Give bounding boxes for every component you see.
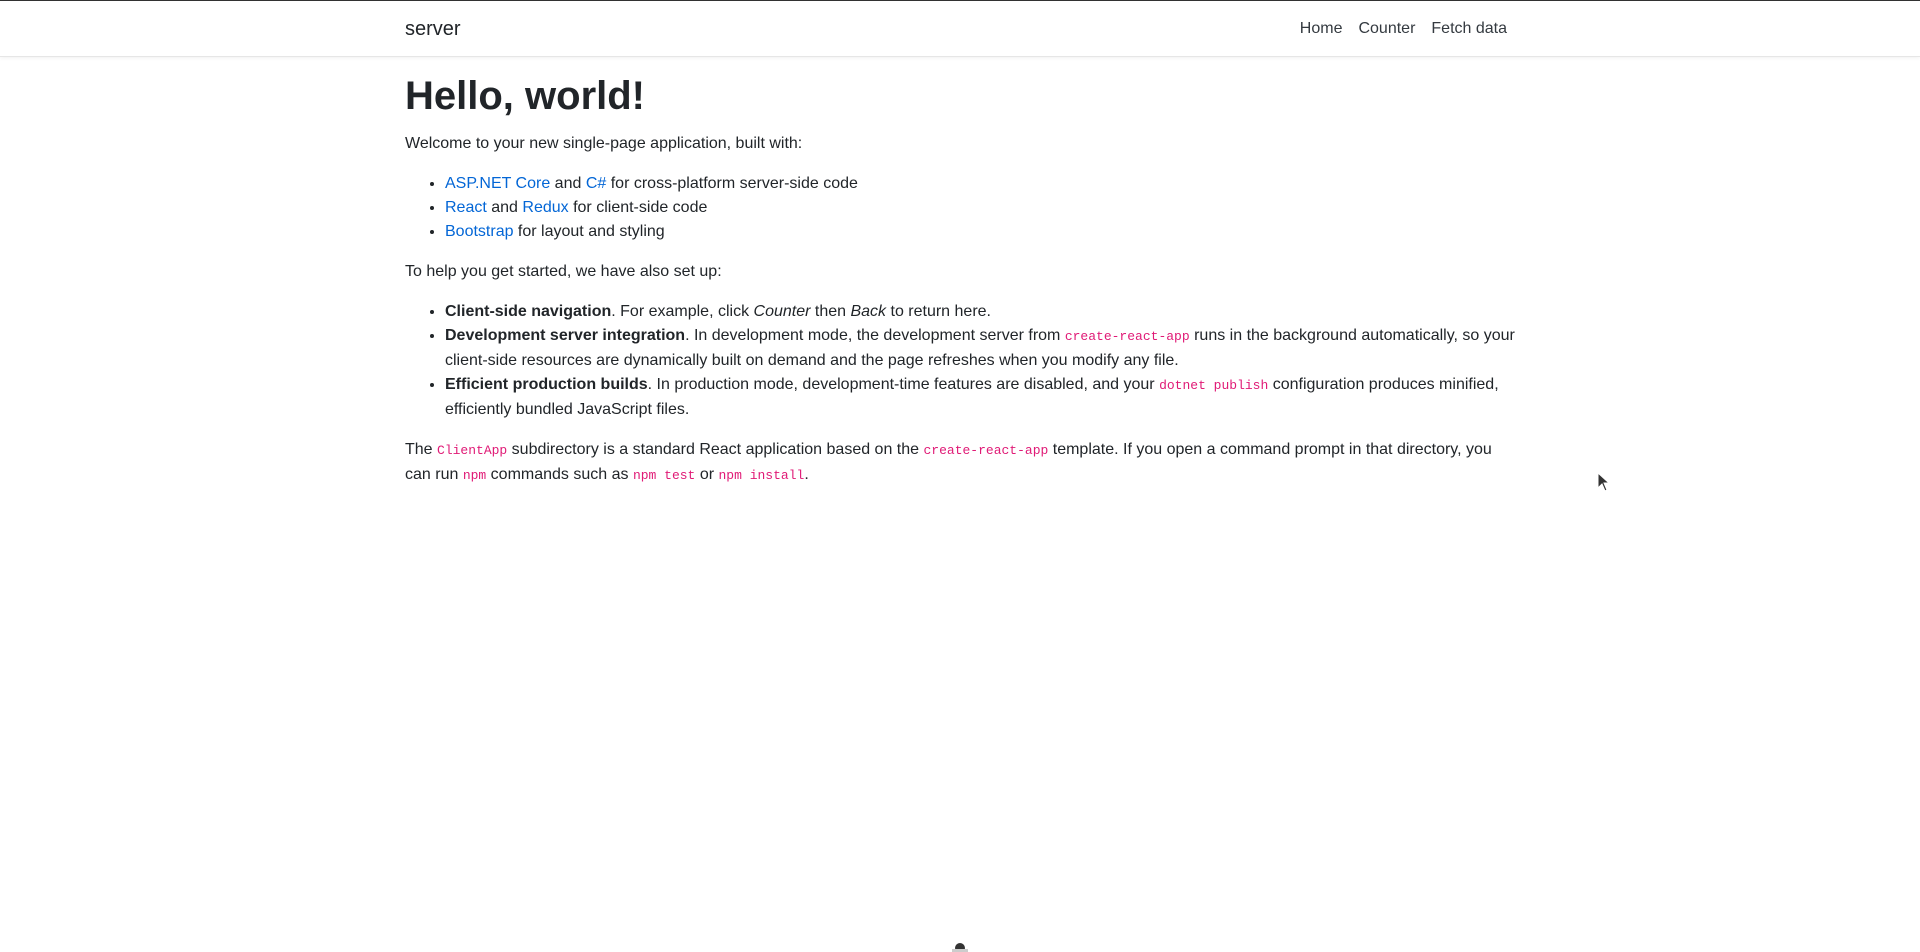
list-item: Development server integration. In devel… <box>445 324 1517 373</box>
inline-code: create-react-app <box>1064 329 1190 344</box>
nav-links: Home Counter Fetch data <box>1284 18 1507 40</box>
aspnet-core-link[interactable]: ASP.NET Core <box>445 175 550 192</box>
list-item: Bootstrap for layout and styling <box>445 220 1517 244</box>
react-link[interactable]: React <box>445 199 487 216</box>
inline-code: npm test <box>632 468 696 483</box>
list-item-text: for client-side code <box>568 199 708 216</box>
main-content: Hello, world! Welcome to your new single… <box>405 72 1517 504</box>
brand-link[interactable]: server <box>405 17 461 41</box>
features-list: Client-side navigation. For example, cli… <box>405 300 1517 422</box>
page-title: Hello, world! <box>405 74 645 118</box>
list-item: React and Redux for client-side code <box>445 196 1517 220</box>
list-item: Client-side navigation. For example, cli… <box>445 300 1517 324</box>
closing-text: or <box>695 466 719 483</box>
inline-code: npm install <box>718 468 805 483</box>
list-item-text: and <box>486 199 523 216</box>
closing-paragraph: The ClientApp subdirectory is a standard… <box>405 438 1517 488</box>
list-item-text: and <box>550 175 586 192</box>
setup-intro-text: To help you get started, we have also se… <box>405 263 722 280</box>
list-item-text: for layout and styling <box>513 223 665 240</box>
mouse-pointer-icon <box>1597 472 1611 492</box>
navbar: server Home Counter Fetch data <box>0 1 1920 57</box>
intro-text: Welcome to your new single-page applicat… <box>405 135 803 152</box>
nav-home-link[interactable]: Home <box>1300 18 1343 40</box>
feature-text: . In development mode, the development s… <box>685 327 1065 344</box>
closing-text: subdirectory is a standard React applica… <box>507 441 924 458</box>
bootstrap-link[interactable]: Bootstrap <box>445 223 513 240</box>
feature-text: then <box>810 303 851 320</box>
csharp-link[interactable]: C# <box>586 175 606 192</box>
feature-emphasis: Back <box>850 303 887 320</box>
nav-counter-link[interactable]: Counter <box>1358 18 1415 40</box>
list-item: Efficient production builds. In producti… <box>445 373 1517 422</box>
feature-emphasis: Counter <box>753 303 811 320</box>
feature-text: . For example, click <box>611 303 754 320</box>
inline-code: npm <box>462 468 487 483</box>
nav-fetch-data-link[interactable]: Fetch data <box>1431 18 1507 40</box>
feature-text: . In production mode, development-time f… <box>647 376 1160 393</box>
closing-text: . <box>804 466 809 483</box>
closing-text: The <box>405 441 438 458</box>
list-item: ASP.NET Core and C# for cross-platform s… <box>445 172 1517 196</box>
inline-code: dotnet publish <box>1159 378 1269 393</box>
feature-text: to return here. <box>886 303 991 320</box>
redux-link[interactable]: Redux <box>522 199 568 216</box>
feature-title: Development server integration <box>445 327 686 344</box>
closing-text: commands such as <box>486 466 633 483</box>
inline-code: ClientApp <box>437 443 508 458</box>
feature-title: Client-side navigation <box>445 303 612 320</box>
built-with-list: ASP.NET Core and C# for cross-platform s… <box>405 172 1517 244</box>
feature-title: Efficient production builds <box>445 376 648 393</box>
list-item-text: for cross-platform server-side code <box>606 175 858 192</box>
inline-code: create-react-app <box>923 443 1049 458</box>
scroll-indicator-icon <box>952 943 968 952</box>
